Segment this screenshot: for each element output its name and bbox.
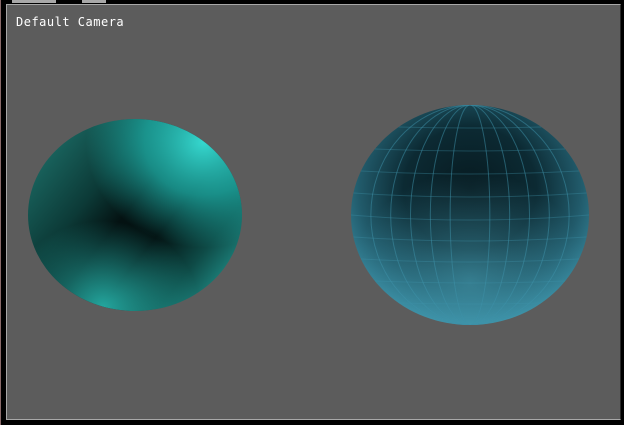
toolbar-tab-2[interactable]	[82, 0, 106, 3]
toolbar-tab-1[interactable]	[12, 0, 56, 3]
camera-label: Default Camera	[16, 15, 125, 29]
scene-canvas	[28, 105, 589, 325]
window-left-border	[0, 0, 1, 425]
3d-viewport[interactable]: Default Camera	[6, 4, 621, 420]
app-window: Default Camera	[0, 0, 624, 425]
smooth-shaded-sphere[interactable]	[28, 119, 242, 311]
flat-shaded-sphere[interactable]	[351, 105, 589, 325]
